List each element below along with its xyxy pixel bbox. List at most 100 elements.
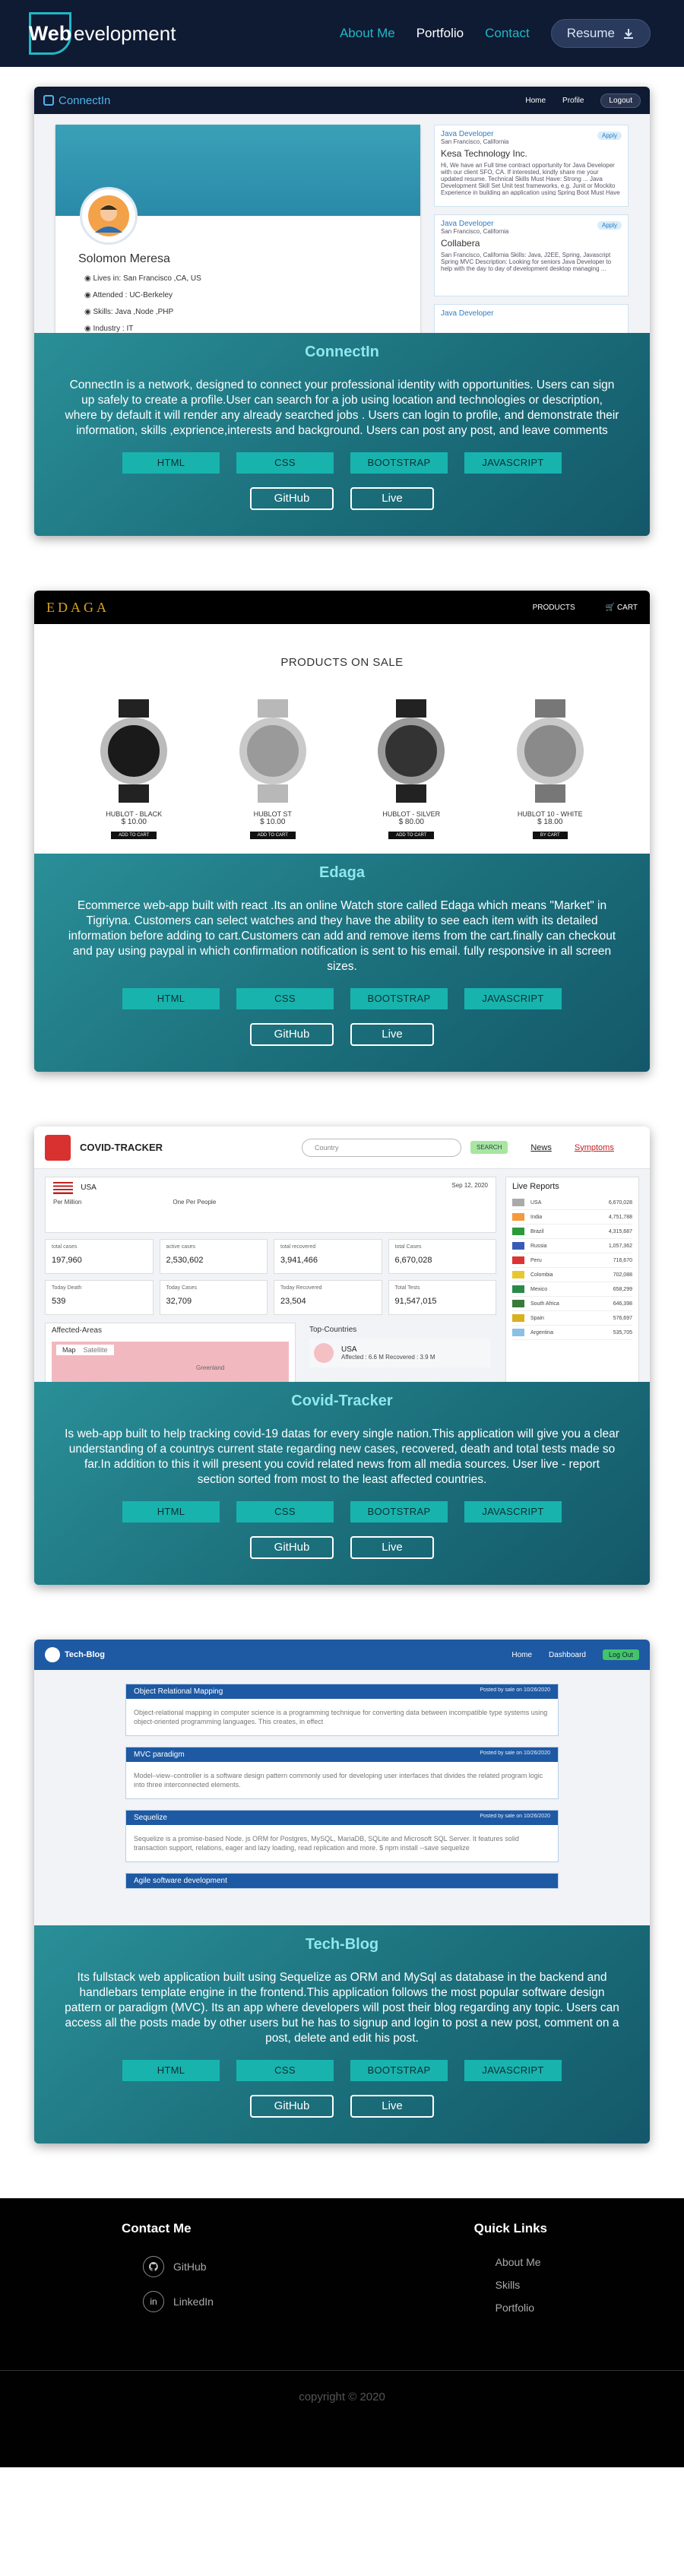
- github-button[interactable]: GitHub: [250, 487, 334, 510]
- live-report-row: Brazil 4,315,687: [512, 1225, 632, 1239]
- ci-job-text: San Francisco, California Skills: Java, …: [441, 252, 612, 272]
- watch-strap: [119, 784, 150, 803]
- ci-menu-logout: Logout: [600, 93, 641, 108]
- map-label-greenland: Greenland: [196, 1364, 225, 1371]
- watch-strap: [396, 784, 427, 803]
- site-logo[interactable]: Web evelopment: [29, 12, 176, 55]
- ci-menu-home: Home: [525, 96, 546, 105]
- project-overlay: Tech-Blog Its fullstack web application …: [34, 1925, 650, 2143]
- footer-links-title: Quick Links: [473, 2221, 547, 2235]
- footer-github-link[interactable]: GitHub: [143, 2256, 214, 2277]
- live-button[interactable]: Live: [350, 2095, 434, 2118]
- add-to-cart-button: ADD TO CART: [111, 832, 157, 839]
- product-card: HUBLOT 10 - WHITE $ 18.00 BY CART: [505, 699, 596, 840]
- ci-profile-info: ◉ Lives in: San Francisco ,CA, US ◉ Atte…: [84, 271, 201, 333]
- top-country-name: USA: [341, 1345, 357, 1354]
- edaga-product-row: HUBLOT - BLACK $ 10.00 ADD TO CART HUBLO…: [34, 669, 650, 840]
- avatar: [80, 187, 138, 245]
- post-body: Object-relational mapping in computer sc…: [134, 1709, 548, 1725]
- tech-tag-javascript: JAVASCRIPT: [464, 1501, 562, 1522]
- ci-job-company: Collabera: [441, 238, 480, 249]
- nav-about-me[interactable]: About Me: [340, 26, 395, 41]
- site-navbar: Web evelopment About Me Portfolio Contac…: [0, 0, 684, 67]
- flag-icon: [512, 1300, 524, 1307]
- ci-job-title: Java Developer: [441, 309, 494, 318]
- logo-web-text: Web: [28, 21, 72, 45]
- ci-logo-text: ConnectIn: [59, 93, 111, 107]
- project-screenshot: EDAGA PRODUCTS 🛒 CART PRODUCTS ON SALE H…: [34, 591, 650, 854]
- nav-contact[interactable]: Contact: [485, 26, 530, 41]
- live-button[interactable]: Live: [350, 1536, 434, 1559]
- live-button[interactable]: Live: [350, 1023, 434, 1046]
- post-date: Posted by sale on 10/26/2020: [480, 1751, 550, 1756]
- tech-tag-css: CSS: [236, 1501, 334, 1522]
- project-buttons: GitHub Live: [65, 2095, 619, 2118]
- project-title: ConnectIn: [305, 344, 379, 360]
- nav-portfolio[interactable]: Portfolio: [416, 26, 464, 41]
- covid-navbar: COVID-TRACKER Country SEARCH News Sympto…: [34, 1126, 650, 1169]
- tech-tags: HTML CSS BOOTSTRAP JAVASCRIPT: [65, 1501, 619, 1522]
- stat-card: Total Tests 91,547,015: [388, 1280, 496, 1315]
- github-button[interactable]: GitHub: [250, 1023, 334, 1046]
- blog-menu-logout: Log Out: [602, 1649, 639, 1660]
- tech-tag-javascript: JAVASCRIPT: [464, 988, 562, 1009]
- post-date: Posted by sale on 10/26/2020: [480, 1814, 550, 1819]
- github-icon: [143, 2256, 164, 2277]
- live-report-row: Colombia 702,088: [512, 1268, 632, 1282]
- post-body: Sequelize is a promise-based Node. js OR…: [134, 1835, 519, 1852]
- product-name: HUBLOT 10 - WHITE: [517, 810, 583, 818]
- map-tabs: Map Satellite: [56, 1345, 114, 1355]
- project-overlay: Covid-Tracker Is web-app built to help t…: [34, 1382, 650, 1585]
- resume-label: Resume: [566, 26, 615, 40]
- cart-icon: 🛒: [605, 603, 616, 612]
- covid-per-million: Per Million: [53, 1199, 82, 1206]
- ci-job-card: Apply Java Developer San Francisco, Cali…: [434, 214, 629, 296]
- tech-tag-css: CSS: [236, 452, 334, 474]
- top-country-recovered: Recovered : 3.9 M: [385, 1354, 435, 1361]
- ci-menu: Home Profile Logout: [525, 93, 641, 108]
- ci-menu-profile: Profile: [562, 96, 584, 105]
- project-buttons: GitHub Live: [65, 1023, 619, 1046]
- linkedin-link-label: LinkedIn: [173, 2296, 214, 2308]
- apply-badge: Apply: [597, 131, 622, 140]
- live-button[interactable]: Live: [350, 487, 434, 510]
- footer-contact: Contact Me GitHub in LinkedIn: [122, 2221, 214, 2370]
- copyright: copyright © 2020: [299, 2391, 385, 2403]
- blog-menu-dashboard: Dashboard: [549, 1650, 586, 1659]
- footer-columns: Contact Me GitHub in LinkedIn Quick Link…: [0, 2221, 684, 2370]
- blog-posts: Object Relational Mapping Posted by sale …: [34, 1670, 650, 1889]
- footer-linkedin-link[interactable]: in LinkedIn: [143, 2291, 214, 2312]
- ci-logo: ConnectIn: [43, 94, 110, 107]
- project-overlay: Edaga Ecommerce web-app built with react…: [34, 854, 650, 1072]
- project-title: Edaga: [318, 864, 366, 881]
- project-description: ConnectIn is a network, designed to conn…: [65, 379, 619, 437]
- flag-icon: [512, 1199, 524, 1206]
- project-description: Is web-app built to help tracking covid-…: [65, 1427, 619, 1486]
- top-country-flag-icon: [314, 1343, 334, 1363]
- footer-link-skills[interactable]: Skills: [496, 2279, 547, 2291]
- nav-links: About Me Portfolio Contact Resume: [340, 19, 651, 48]
- top-country-affected: Affected : 6.6 M: [341, 1354, 384, 1361]
- stat-card: total cases 197,960: [45, 1239, 154, 1274]
- footer-link-portfolio[interactable]: Portfolio: [496, 2302, 547, 2314]
- product-name: HUBLOT ST: [253, 810, 292, 818]
- blog-navbar: Tech-Blog Home Dashboard Log Out: [34, 1640, 650, 1670]
- post-title: Object Relational Mapping: [134, 1687, 223, 1696]
- github-button[interactable]: GitHub: [250, 2095, 334, 2118]
- footer-link-about[interactable]: About Me: [496, 2256, 547, 2268]
- ci-navbar: ConnectIn Home Profile Logout: [34, 87, 650, 114]
- covid-search-input: Country: [302, 1138, 461, 1157]
- tech-tag-html: HTML: [122, 988, 220, 1009]
- tech-tags: HTML CSS BOOTSTRAP JAVASCRIPT: [65, 988, 619, 1009]
- post-body: Model–view–controller is a software desi…: [134, 1772, 543, 1789]
- resume-button[interactable]: Resume: [550, 19, 651, 48]
- site-footer: Contact Me GitHub in LinkedIn Quick Link…: [0, 2198, 684, 2467]
- live-report-row: Spain 576,697: [512, 1311, 632, 1326]
- github-button[interactable]: GitHub: [250, 1536, 334, 1559]
- edaga-navbar: EDAGA PRODUCTS 🛒 CART: [34, 591, 650, 624]
- project-overlay: ConnectIn ConnectIn is a network, design…: [34, 333, 650, 536]
- covid-country-name: USA: [81, 1183, 97, 1193]
- tech-tag-html: HTML: [122, 452, 220, 474]
- live-report-row: Peru 716,670: [512, 1253, 632, 1268]
- map-view: Map Satellite Greenland: [52, 1342, 289, 1382]
